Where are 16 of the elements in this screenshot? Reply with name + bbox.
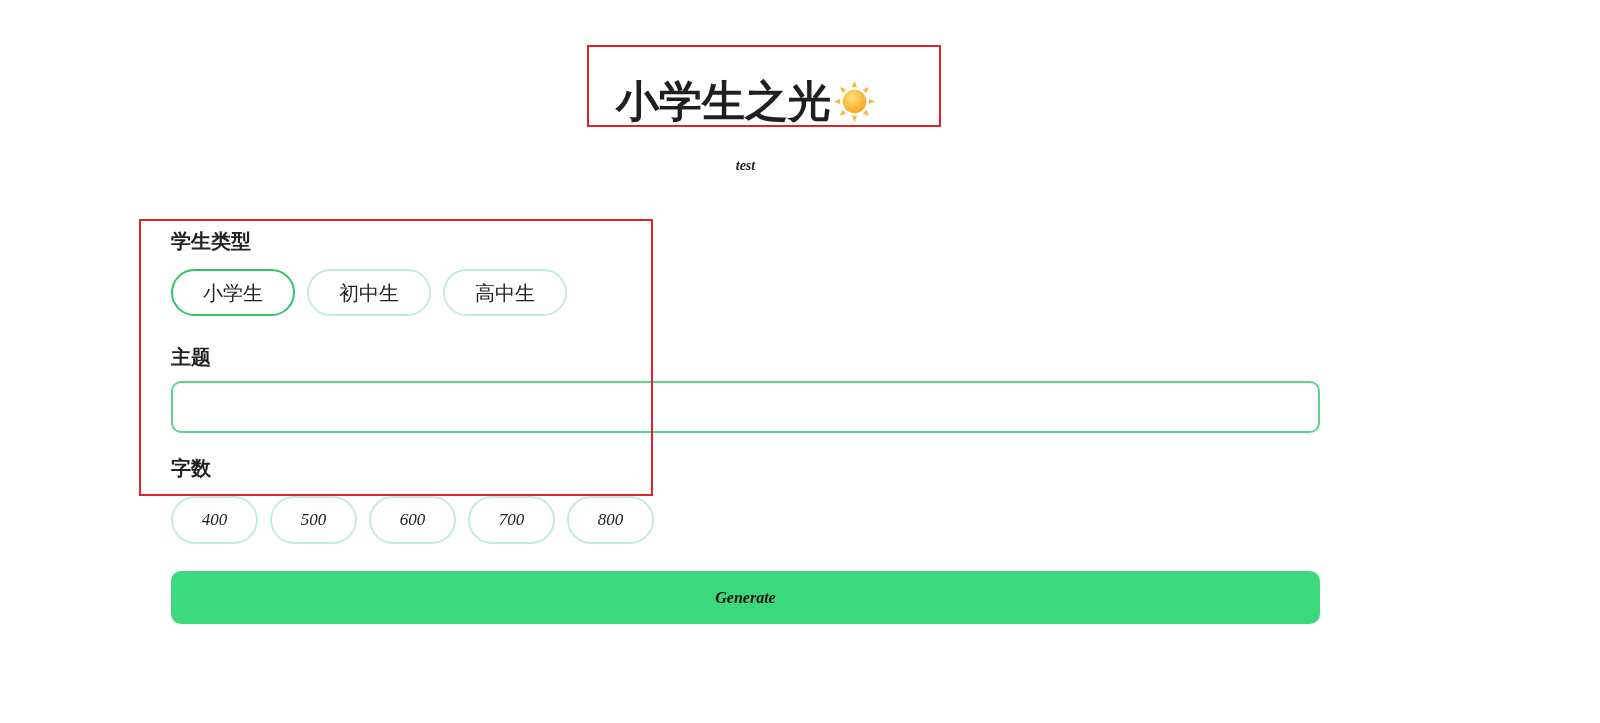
subtitle: test: [735, 157, 756, 175]
page-title: 小学生之光: [616, 76, 831, 127]
sun-icon: [834, 80, 875, 122]
generate-button[interactable]: Generate: [171, 571, 1320, 624]
option-pill[interactable]: 小学生: [171, 269, 295, 316]
option-pill[interactable]: 初中生: [307, 269, 431, 316]
section-label: 主题: [171, 345, 211, 370]
option-pill[interactable]: 400: [171, 496, 258, 544]
option-pill[interactable]: 700: [468, 496, 555, 544]
option-pill[interactable]: 高中生: [443, 269, 567, 316]
option-pill[interactable]: 800: [567, 496, 654, 544]
option-pill[interactable]: 600: [369, 496, 456, 544]
section-label: 字数: [171, 456, 211, 481]
option-pill[interactable]: 500: [270, 496, 357, 544]
section-label: 学生类型: [171, 229, 251, 254]
topic-input[interactable]: [171, 381, 1320, 433]
